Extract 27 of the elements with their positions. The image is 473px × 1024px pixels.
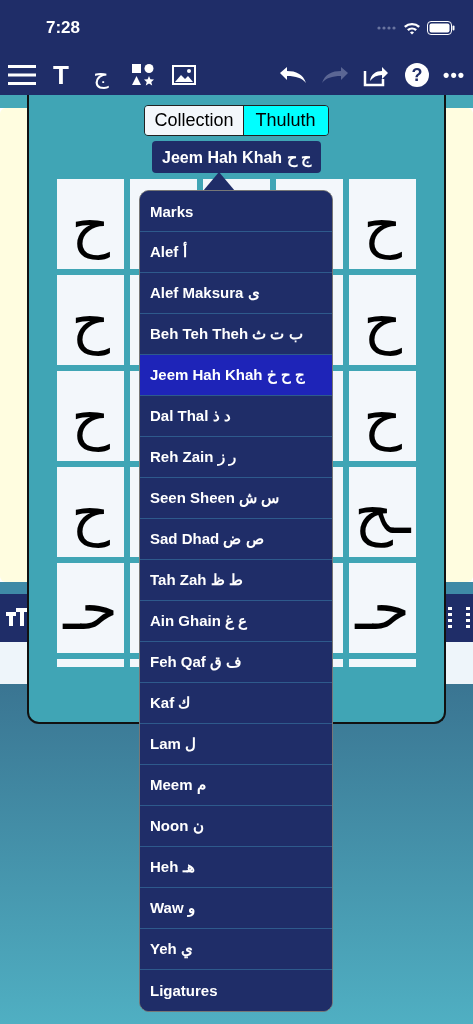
shapes-icon[interactable] [132,64,154,86]
grip-icon[interactable] [448,607,470,629]
battery-icon [427,20,455,35]
more-button[interactable]: ••• [443,64,465,86]
text-size-icon[interactable] [6,608,28,628]
glyph-tile[interactable]: ح [57,179,124,269]
segment-button[interactable]: Collection [145,106,243,135]
image-icon[interactable] [172,65,196,85]
glyph-tile[interactable]: ـح [349,467,416,557]
glyph-tile[interactable]: حـ [57,563,124,653]
glyph-tile[interactable]: ح [57,275,124,365]
status-time: 7:28 [46,17,81,38]
signal-icon [377,25,397,30]
glyph-tile[interactable]: ح [349,179,416,269]
glyph-tile[interactable]: ح [57,467,124,557]
segment-button[interactable]: Thuluth [242,106,328,135]
glyph-tile[interactable]: ح [349,371,416,461]
glyph-tile[interactable]: ح [57,371,124,461]
menu-item[interactable]: Jeem Hah Khah ج ح خ [140,355,332,396]
help-button[interactable]: ? [405,63,430,87]
letter-tool-button[interactable]: ج [90,61,112,89]
menu-icon[interactable] [8,65,36,85]
undo-icon[interactable] [279,67,308,83]
wifi-icon [403,20,421,35]
glyph-tile[interactable]: حـ [349,563,416,653]
text-tool-button[interactable]: T [50,59,72,91]
glyph-tile[interactable]: ح [349,275,416,365]
